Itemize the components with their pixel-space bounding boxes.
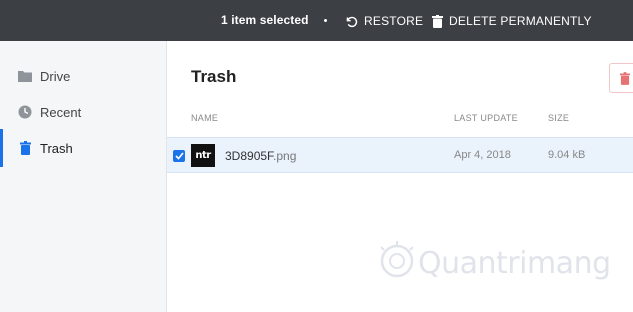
- delete-button[interactable]: [609, 63, 633, 93]
- watermark-text: Quantrimang: [418, 246, 611, 281]
- column-header-name[interactable]: NAME: [191, 113, 218, 123]
- page-title: Trash: [191, 67, 237, 86]
- folder-icon: [17, 68, 33, 84]
- thumbnail-text: ntr: [195, 150, 211, 161]
- trash-icon: [17, 140, 33, 156]
- separator-dot: [324, 19, 327, 22]
- sidebar-item-label: Drive: [40, 68, 71, 84]
- lightbulb-icon: [380, 241, 414, 278]
- table-row[interactable]: ntr 3D8905F.png Apr 4, 2018 9.04 kB: [167, 137, 633, 173]
- sidebar-item-label: Recent: [40, 104, 82, 120]
- row-checkbox[interactable]: [173, 150, 185, 162]
- selection-toolbar: 1 item selected RESTORE DELETE PERMANENT…: [0, 0, 633, 41]
- clock-icon: [17, 104, 33, 120]
- sidebar: Drive Recent Trash: [0, 41, 167, 312]
- restore-label: RESTORE: [364, 14, 424, 28]
- file-extension: .png: [273, 149, 297, 163]
- file-size: 9.04 kB: [548, 149, 586, 161]
- sidebar-item-trash[interactable]: Trash: [0, 129, 166, 167]
- file-thumbnail: ntr: [191, 144, 215, 167]
- restore-button[interactable]: RESTORE: [345, 10, 423, 32]
- sidebar-item-drive[interactable]: Drive: [0, 61, 166, 91]
- delete-label: DELETE PERMANENTLY: [449, 14, 592, 28]
- restore-icon: [346, 16, 358, 27]
- checkmark-icon: [174, 152, 184, 160]
- file-last-update: Apr 4, 2018: [454, 149, 511, 161]
- delete-permanently-button[interactable]: DELETE PERMANENTLY: [432, 10, 592, 32]
- column-header-last-update[interactable]: LAST UPDATE: [454, 113, 518, 123]
- column-header-size[interactable]: SIZE: [548, 113, 569, 123]
- file-name: 3D8905F.png: [225, 149, 296, 163]
- watermark: Quantrimang: [378, 239, 611, 287]
- file-basename: 3D8905F: [225, 149, 274, 163]
- sidebar-item-recent[interactable]: Recent: [0, 97, 166, 127]
- trash-icon: [620, 72, 630, 85]
- selection-count: 1 item selected: [221, 13, 309, 27]
- trash-icon: [432, 14, 443, 28]
- sidebar-item-label: Trash: [40, 140, 73, 156]
